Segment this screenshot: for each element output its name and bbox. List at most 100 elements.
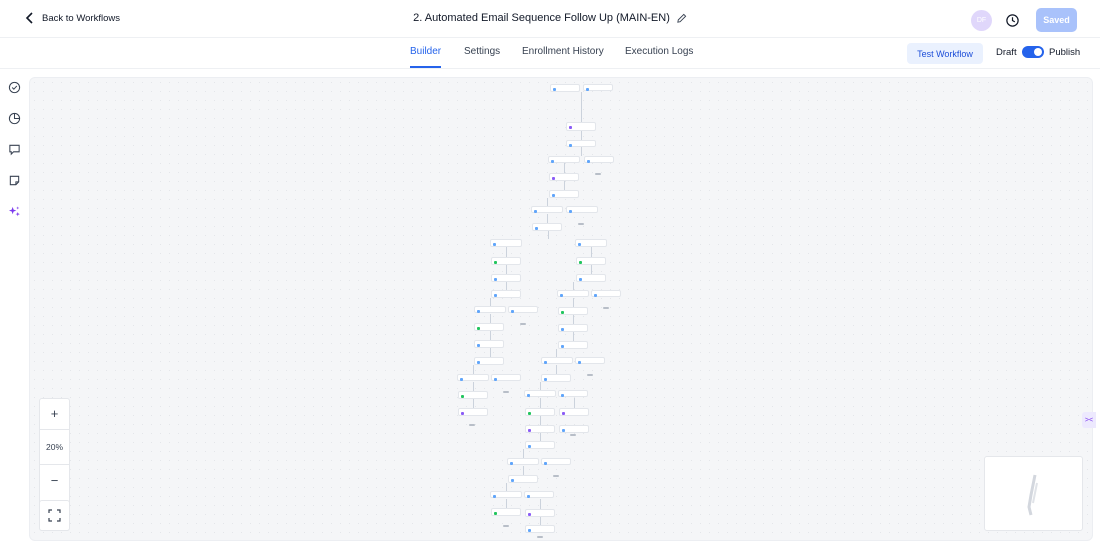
note-icon[interactable] bbox=[8, 174, 21, 187]
tab-settings[interactable]: Settings bbox=[464, 46, 500, 57]
workflow-node[interactable] bbox=[474, 340, 504, 348]
pie-chart-icon[interactable] bbox=[8, 112, 21, 125]
workflow-node[interactable] bbox=[558, 390, 588, 397]
workflow-connector bbox=[473, 382, 474, 391]
workflow-connector bbox=[490, 331, 491, 340]
workflow-node[interactable] bbox=[491, 290, 521, 298]
workflow-node[interactable] bbox=[559, 408, 589, 416]
workflow-node[interactable] bbox=[458, 408, 488, 416]
chat-icon[interactable] bbox=[8, 143, 21, 156]
workflow-node[interactable] bbox=[566, 140, 596, 147]
workflow-node[interactable] bbox=[584, 156, 614, 163]
ai-sparkle-icon[interactable] bbox=[8, 205, 21, 218]
end-node-marker bbox=[553, 475, 559, 477]
workflow-connector bbox=[506, 247, 507, 257]
workflow-node[interactable] bbox=[558, 341, 588, 349]
workflow-node[interactable] bbox=[575, 239, 607, 247]
workflow-node[interactable] bbox=[490, 491, 522, 498]
minimap[interactable] bbox=[984, 456, 1083, 531]
workflow-node[interactable] bbox=[558, 324, 588, 332]
test-workflow-button[interactable]: Test Workflow bbox=[907, 43, 983, 64]
workflow-node[interactable] bbox=[532, 223, 562, 231]
workflow-node[interactable] bbox=[541, 458, 571, 465]
workflow-connector bbox=[564, 181, 565, 190]
workflow-node[interactable] bbox=[524, 390, 556, 397]
draft-label: Draft bbox=[996, 47, 1017, 58]
tab-builder[interactable]: Builder bbox=[410, 46, 442, 68]
workflow-connector bbox=[573, 282, 574, 290]
workflow-node[interactable] bbox=[524, 491, 554, 498]
workflow-node[interactable] bbox=[491, 274, 521, 282]
edit-pencil-icon[interactable] bbox=[676, 13, 687, 24]
workflow-node[interactable] bbox=[541, 357, 573, 364]
workflow-connector bbox=[490, 348, 491, 357]
tab-enrollment-history[interactable]: Enrollment History bbox=[522, 46, 604, 57]
workflow-node[interactable] bbox=[525, 509, 555, 517]
end-node-marker bbox=[537, 536, 543, 538]
workflow-connector bbox=[564, 163, 565, 173]
workflow-node[interactable] bbox=[508, 475, 538, 483]
minimap-preview bbox=[1027, 474, 1038, 516]
saved-button[interactable]: Saved bbox=[1036, 8, 1077, 32]
zoom-out-button[interactable]: − bbox=[40, 465, 69, 496]
workflow-connector bbox=[490, 298, 491, 306]
workflow-node[interactable] bbox=[549, 190, 579, 198]
workflow-node[interactable] bbox=[491, 257, 521, 265]
workflow-connector bbox=[581, 92, 582, 122]
workflow-node[interactable] bbox=[457, 374, 489, 381]
workflow-node[interactable] bbox=[490, 239, 522, 247]
workflow-node[interactable] bbox=[576, 257, 606, 265]
publish-toggle[interactable] bbox=[1022, 46, 1044, 58]
end-node-marker bbox=[603, 307, 609, 309]
workflow-node[interactable] bbox=[525, 441, 555, 449]
workflow-node[interactable] bbox=[559, 425, 589, 433]
workflow-node[interactable] bbox=[591, 290, 621, 297]
history-icon[interactable] bbox=[1005, 13, 1020, 28]
workflow-node[interactable] bbox=[548, 156, 580, 163]
workflow-connector bbox=[506, 483, 507, 491]
check-circle-icon[interactable] bbox=[8, 81, 21, 94]
workflow-connector bbox=[547, 198, 548, 206]
workflow-connector bbox=[523, 449, 524, 458]
workflow-node[interactable] bbox=[474, 306, 506, 313]
workflow-node[interactable] bbox=[575, 357, 605, 364]
user-avatar[interactable]: DF bbox=[971, 10, 992, 31]
workflow-node[interactable] bbox=[508, 306, 538, 313]
publish-label: Publish bbox=[1049, 47, 1081, 58]
workflow-node[interactable] bbox=[531, 206, 563, 213]
collapse-panel-button[interactable]: >< bbox=[1082, 412, 1096, 428]
workflow-connector bbox=[490, 314, 491, 323]
workflow-connector bbox=[591, 247, 592, 257]
workflow-node[interactable] bbox=[549, 173, 579, 181]
workflow-node[interactable] bbox=[525, 425, 555, 433]
fit-view-button[interactable] bbox=[39, 500, 70, 531]
workflow-node[interactable] bbox=[583, 84, 613, 91]
workflow-node[interactable] bbox=[566, 206, 598, 213]
workflow-connector bbox=[573, 315, 574, 324]
workflow-node[interactable] bbox=[474, 357, 504, 365]
workflow-node[interactable] bbox=[474, 323, 504, 331]
tab-execution-logs[interactable]: Execution Logs bbox=[625, 46, 693, 57]
workflow-node[interactable] bbox=[541, 374, 571, 382]
workflow-node[interactable] bbox=[491, 508, 521, 516]
end-node-marker bbox=[595, 173, 601, 175]
workflow-node[interactable] bbox=[458, 391, 488, 399]
workflow-node[interactable] bbox=[576, 274, 606, 282]
workflow-node[interactable] bbox=[558, 307, 588, 315]
workflow-connector bbox=[523, 466, 524, 475]
workflow-node[interactable] bbox=[566, 122, 596, 131]
workflow-node[interactable] bbox=[507, 458, 539, 465]
workflow-node[interactable] bbox=[525, 408, 555, 416]
expand-icon bbox=[48, 509, 61, 522]
workflow-node[interactable] bbox=[550, 84, 580, 92]
workflow-title: 2. Automated Email Sequence Follow Up (M… bbox=[413, 12, 670, 24]
zoom-in-button[interactable]: + bbox=[40, 399, 69, 428]
workflow-connector bbox=[506, 499, 507, 508]
workflow-node[interactable] bbox=[557, 290, 589, 297]
workflow-connector bbox=[574, 398, 575, 408]
workflow-connector bbox=[581, 131, 582, 140]
workflow-connector bbox=[540, 382, 541, 390]
workflow-node[interactable] bbox=[491, 374, 521, 381]
workflow-connector bbox=[540, 499, 541, 509]
workflow-node[interactable] bbox=[525, 525, 555, 533]
